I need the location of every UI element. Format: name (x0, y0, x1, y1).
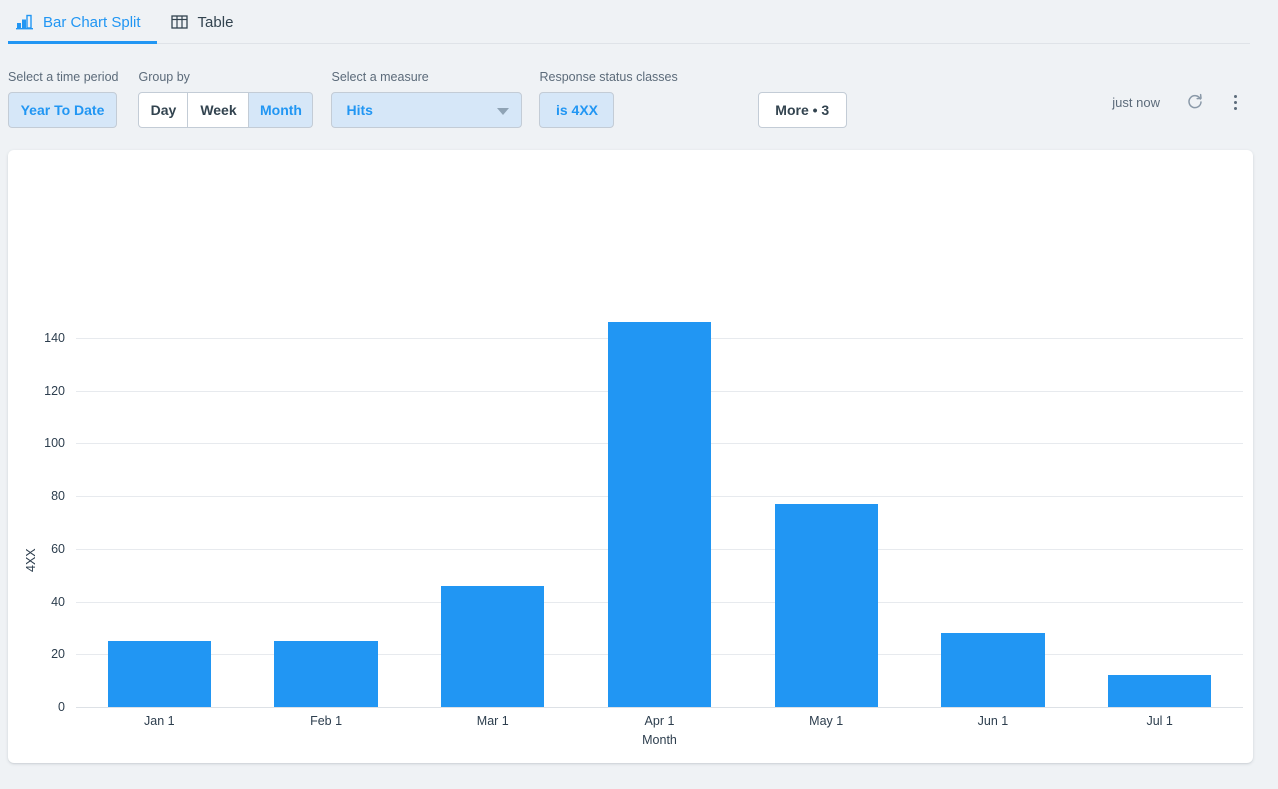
bar-slot (409, 150, 576, 763)
tab-label: Table (198, 14, 234, 31)
bar-chart-icon (16, 14, 33, 30)
bar-slot (76, 150, 243, 763)
bar[interactable] (441, 586, 544, 707)
x-axis-tick-label: Jul 1 (1146, 714, 1172, 728)
tab-label: Bar Chart Split (43, 14, 141, 31)
time-period-label: Select a time period (8, 70, 118, 84)
y-axis-tick-label: 140 (5, 331, 65, 345)
time-period-button[interactable]: Year To Date (8, 92, 117, 128)
y-axis-tick-label: 80 (5, 489, 65, 503)
chart-card: 4XX 020406080100120140 Jan 1Feb 1Mar 1Ap… (8, 150, 1253, 763)
table-icon (171, 14, 188, 30)
controls-toolbar: Select a time period Year To Date Group … (0, 44, 1278, 128)
y-axis-tick-label: 100 (5, 436, 65, 450)
chevron-down-icon (497, 108, 509, 115)
y-axis-tick-label: 60 (5, 542, 65, 556)
status-classes-group: Response status classes is 4XX (539, 70, 677, 128)
measure-label: Select a measure (331, 70, 522, 84)
group-by-option-day[interactable]: Day (138, 92, 188, 128)
group-by-group: Group by Day Week Month (138, 70, 313, 128)
y-axis-tick-label: 0 (5, 700, 65, 714)
bar[interactable] (274, 641, 377, 707)
group-by-option-week[interactable]: Week (188, 92, 249, 128)
measure-group: Select a measure Hits (331, 70, 522, 128)
more-filters-button[interactable]: More • 3 (758, 92, 847, 128)
bar-slot (576, 150, 743, 763)
x-axis-tick-label: Apr 1 (645, 714, 675, 728)
bar-chart[interactable]: 4XX 020406080100120140 Jan 1Feb 1Mar 1Ap… (8, 150, 1253, 763)
x-axis-tick-label: Jun 1 (978, 714, 1009, 728)
time-period-group: Select a time period Year To Date (8, 70, 118, 128)
x-axis-tick-label: May 1 (809, 714, 843, 728)
y-axis-tick-label: 120 (5, 384, 65, 398)
bar[interactable] (941, 633, 1044, 707)
x-axis-tick-label: Jan 1 (144, 714, 175, 728)
group-by-segmented-control: Day Week Month (138, 92, 313, 128)
tab-bar-chart-split[interactable]: Bar Chart Split (8, 0, 157, 44)
status-class-filter-4xx[interactable]: is 4XX (539, 92, 614, 128)
measure-select[interactable]: Hits (331, 92, 522, 128)
last-updated-text: just now (1112, 95, 1160, 110)
group-by-option-month[interactable]: Month (249, 92, 313, 128)
tab-table[interactable]: Table (163, 0, 250, 44)
more-filters-group: More • 3 (758, 92, 847, 128)
y-axis-tick-label: 20 (5, 647, 65, 661)
x-axis-tick-label: Mar 1 (477, 714, 509, 728)
bar[interactable] (108, 641, 211, 707)
bar[interactable] (1108, 675, 1211, 707)
measure-select-value: Hits (346, 102, 372, 118)
group-by-label: Group by (138, 70, 313, 84)
y-axis-tick-label: 40 (5, 595, 65, 609)
bar[interactable] (608, 322, 711, 707)
kebab-menu-icon[interactable] (1222, 89, 1248, 115)
toolbar-meta: just now (1112, 89, 1248, 115)
bar[interactable] (775, 504, 878, 707)
bar-slot (243, 150, 410, 763)
bar-slot (1076, 150, 1243, 763)
bar-series (76, 150, 1243, 763)
status-classes-label: Response status classes (539, 70, 677, 84)
x-axis-tick-label: Feb 1 (310, 714, 342, 728)
x-axis-label: Month (642, 733, 677, 747)
bar-slot (910, 150, 1077, 763)
tab-bar: Bar Chart Split Table (0, 0, 1278, 44)
bar-slot (743, 150, 910, 763)
refresh-icon[interactable] (1182, 89, 1208, 115)
